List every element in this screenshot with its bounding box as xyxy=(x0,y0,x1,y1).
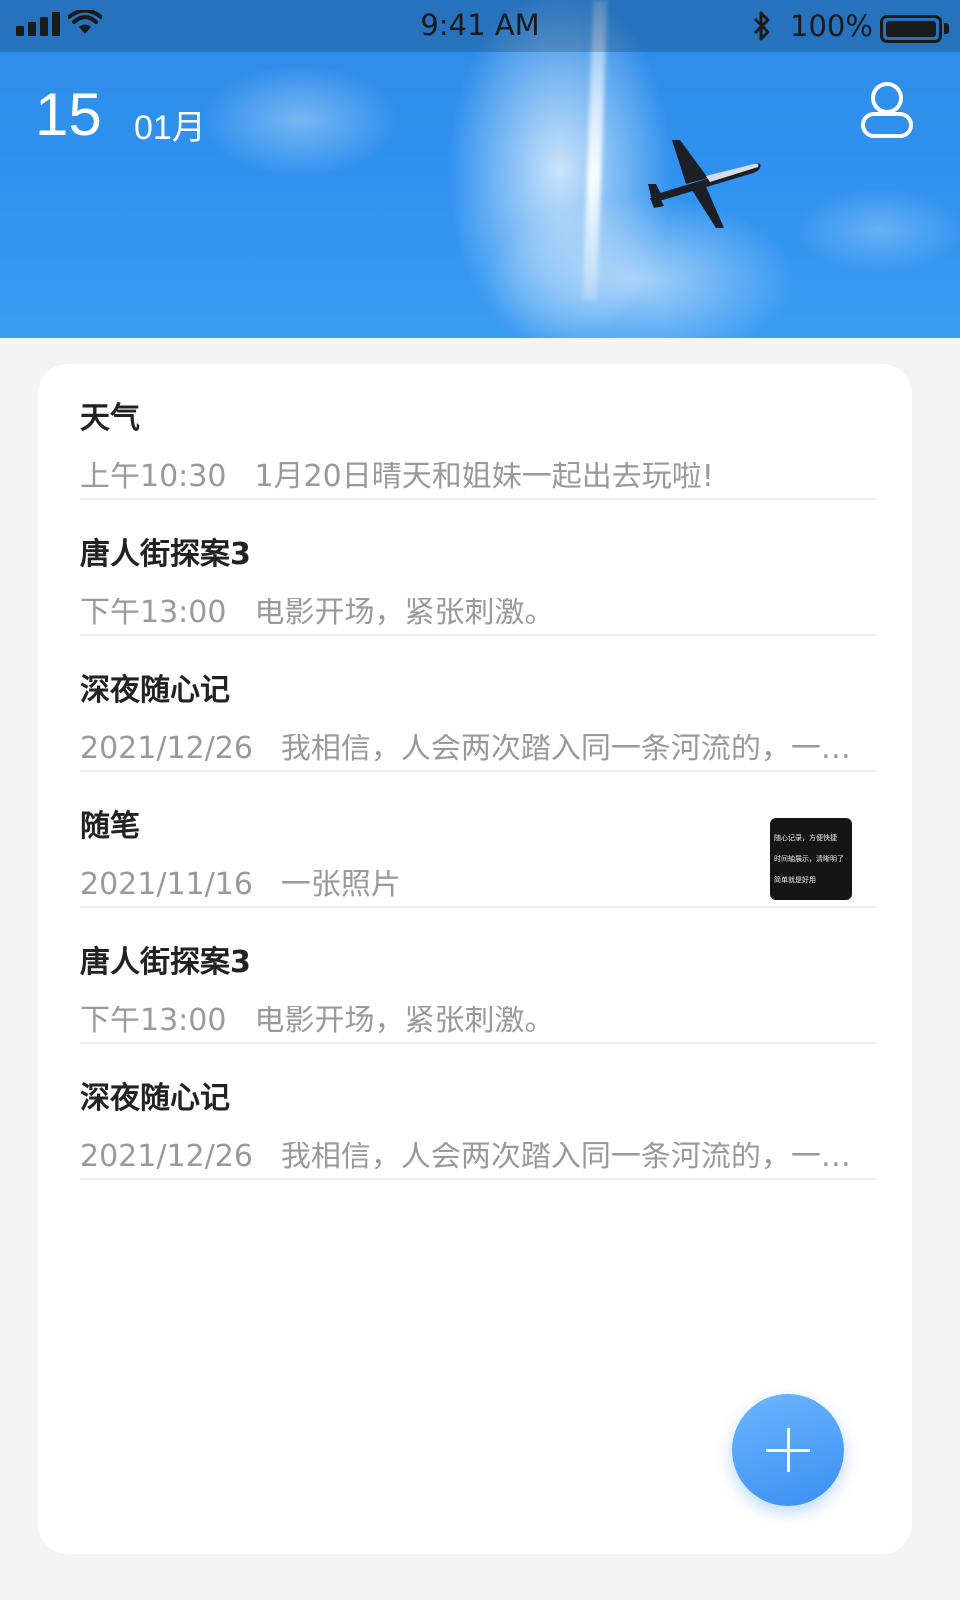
note-preview: 我相信，人会两次踏入同一条河流的，一个心里有大海的人 xyxy=(280,1142,876,1172)
note-preview: 我相信，人会两次踏入同一条河流的，一个心里有大海的人 xyxy=(280,734,876,764)
note-meta: 2021/12/26 我相信，人会两次踏入同一条河流的，一个心里有大海的人 xyxy=(80,1142,876,1172)
note-time: 2021/12/26 xyxy=(80,1142,253,1172)
note-preview: 一张照片 xyxy=(280,870,401,900)
airplane-image xyxy=(648,140,761,228)
note-meta: 2021/12/26 我相信，人会两次踏入同一条河流的，一个心里有大海的人 xyxy=(80,734,876,764)
note-item[interactable]: 深夜随心记 2021/12/26 我相信，人会两次踏入同一条河流的，一个心里有大海… xyxy=(80,636,876,772)
note-title: 随笔 xyxy=(80,809,140,844)
note-item[interactable]: 唐人街探案3 下午13:00 电影开场，紧张刺激。 xyxy=(80,908,876,1044)
thumbnail-text-line: 时间轴展示，清晰明了 xyxy=(774,855,844,863)
bluetooth-icon xyxy=(753,11,770,41)
battery-percentage: 100% xyxy=(790,9,873,43)
note-meta: 上午10:30 1月20日晴天和姐妹一起出去玩啦! xyxy=(80,462,876,492)
note-time: 下午13:00 xyxy=(80,1006,227,1036)
battery-icon xyxy=(880,15,942,43)
notes-card: 天气 上午10:30 1月20日晴天和姐妹一起出去玩啦! 唐人街探案3 下午13:… xyxy=(38,364,912,1554)
note-meta: 下午13:00 电影开场，紧张刺激。 xyxy=(80,598,876,628)
note-preview: 电影开场，紧张刺激。 xyxy=(254,1006,555,1036)
note-item[interactable]: 随笔 2021/11/16 一张照片 随心记录，方便快捷 时间轴展示，清晰明了 简… xyxy=(80,772,876,908)
note-title: 唐人街探案3 xyxy=(80,945,251,980)
header-banner: 9:41 AM 100% 15 01月 xyxy=(0,0,960,338)
battery-tip xyxy=(944,23,949,34)
user-icon[interactable] xyxy=(860,80,914,140)
note-preview: 1月20日晴天和姐妹一起出去玩啦! xyxy=(254,462,714,492)
note-preview: 电影开场，紧张刺激。 xyxy=(254,598,555,628)
note-time: 下午13:00 xyxy=(80,598,227,628)
note-title: 深夜随心记 xyxy=(80,673,230,708)
note-title: 深夜随心记 xyxy=(80,1081,230,1116)
note-item[interactable]: 天气 上午10:30 1月20日晴天和姐妹一起出去玩啦! xyxy=(80,364,876,500)
date-day: 15 xyxy=(35,81,102,148)
status-bar: 9:41 AM 100% xyxy=(0,0,960,52)
add-note-button[interactable] xyxy=(732,1394,844,1506)
note-time: 2021/12/26 xyxy=(80,734,253,764)
note-time: 上午10:30 xyxy=(80,462,227,492)
note-item[interactable]: 深夜随心记 2021/12/26 我相信，人会两次踏入同一条河流的，一个心里有大海… xyxy=(80,1044,876,1180)
note-time: 2021/11/16 xyxy=(80,870,253,900)
note-title: 天气 xyxy=(80,401,140,436)
thumbnail-text-line: 简单就是好用 xyxy=(774,876,816,884)
note-title: 唐人街探案3 xyxy=(80,537,251,572)
note-meta: 2021/11/16 一张照片 xyxy=(80,870,740,900)
date-month: 01月 xyxy=(134,109,206,147)
thumbnail-text-line: 随心记录，方便快捷 xyxy=(774,834,837,842)
note-item[interactable]: 唐人街探案3 下午13:00 电影开场，紧张刺激。 xyxy=(80,500,876,636)
note-thumbnail[interactable]: 随心记录，方便快捷 时间轴展示，清晰明了 简单就是好用 xyxy=(770,818,852,900)
note-meta: 下午13:00 电影开场，紧张刺激。 xyxy=(80,1006,876,1036)
